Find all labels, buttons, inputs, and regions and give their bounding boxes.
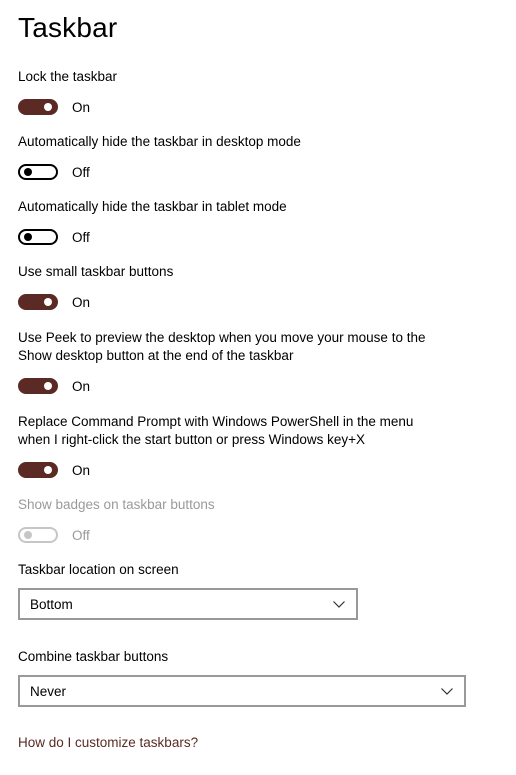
toggle-knob xyxy=(24,531,32,539)
setting-autohide-tablet: Automatically hide the taskbar in tablet… xyxy=(18,198,488,247)
toggle-state-label: Off xyxy=(72,229,90,245)
setting-peek: Use Peek to preview the desktop when you… xyxy=(18,329,488,396)
powershell-toggle[interactable] xyxy=(18,462,58,478)
help-link-customize-taskbars[interactable]: How do I customize taskbars? xyxy=(18,735,198,750)
toggle-state-label: On xyxy=(72,294,91,310)
toggle-state-label: On xyxy=(72,462,91,478)
setting-lock-taskbar: Lock the taskbar On xyxy=(18,68,488,117)
setting-label: Show badges on taskbar buttons xyxy=(18,497,215,512)
toggle-state-label: Off xyxy=(72,527,90,543)
toggle-row: On xyxy=(18,460,488,480)
chevron-down-icon xyxy=(332,597,346,611)
setting-label-line-2: Show desktop button at the end of the ta… xyxy=(18,348,294,363)
toggle-state-label: On xyxy=(72,99,91,115)
toggle-row: On xyxy=(18,97,488,117)
dropdown-value: Never xyxy=(30,683,67,699)
autohide-desktop-toggle[interactable] xyxy=(18,164,58,180)
toggle-state-label: Off xyxy=(72,164,90,180)
chevron-down-icon xyxy=(440,684,454,698)
setting-small-buttons: Use small taskbar buttons On xyxy=(18,263,488,312)
setting-powershell: Replace Command Prompt with Windows Powe… xyxy=(18,413,488,480)
setting-label: Combine taskbar buttons xyxy=(18,649,169,664)
setting-label: Taskbar location on screen xyxy=(18,562,179,577)
setting-label: Automatically hide the taskbar in deskto… xyxy=(18,134,301,149)
toggle-row: On xyxy=(18,376,488,396)
taskbar-location-dropdown[interactable]: Bottom xyxy=(18,588,358,620)
setting-label: Use small taskbar buttons xyxy=(18,264,174,279)
page-title: Taskbar xyxy=(18,12,118,43)
combine-buttons-dropdown[interactable]: Never xyxy=(18,675,466,707)
setting-label-line-1: Replace Command Prompt with Windows Powe… xyxy=(18,414,414,429)
toggle-row: Off xyxy=(18,162,488,182)
setting-label: Automatically hide the taskbar in tablet… xyxy=(18,199,287,214)
setting-label-line-1: Use Peek to preview the desktop when you… xyxy=(18,330,426,345)
peek-toggle[interactable] xyxy=(18,378,58,394)
setting-taskbar-location: Taskbar location on screen Bottom xyxy=(18,561,358,620)
small-buttons-toggle[interactable] xyxy=(18,294,58,310)
toggle-row: On xyxy=(18,292,488,312)
lock-taskbar-toggle[interactable] xyxy=(18,99,58,115)
toggle-knob xyxy=(44,103,52,111)
toggle-state-label: On xyxy=(72,378,91,394)
setting-label: Lock the taskbar xyxy=(18,69,118,84)
autohide-tablet-toggle[interactable] xyxy=(18,229,58,245)
toggle-row: Off xyxy=(18,227,488,247)
setting-label-line-2: when I right-click the start button or p… xyxy=(18,432,366,447)
toggle-knob xyxy=(24,168,32,176)
toggle-row: Off xyxy=(18,525,488,545)
setting-autohide-desktop: Automatically hide the taskbar in deskto… xyxy=(18,133,488,182)
badges-toggle xyxy=(18,527,58,543)
setting-combine-buttons: Combine taskbar buttons Never xyxy=(18,648,466,707)
toggle-knob xyxy=(44,466,52,474)
toggle-knob xyxy=(44,298,52,306)
dropdown-value: Bottom xyxy=(30,596,73,612)
setting-badges: Show badges on taskbar buttons Off xyxy=(18,496,488,545)
toggle-knob xyxy=(24,233,32,241)
toggle-knob xyxy=(44,382,52,390)
